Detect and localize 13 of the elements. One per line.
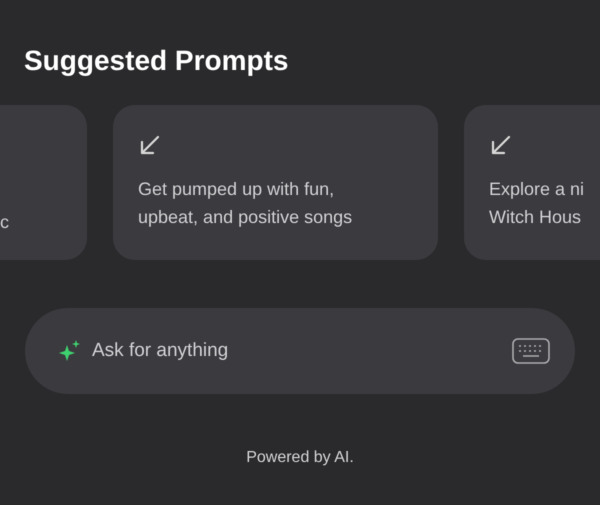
keyboard-icon [512, 338, 550, 364]
section-title: Suggested Prompts [24, 44, 288, 78]
arrow-down-left-icon [489, 133, 513, 157]
prompt-card[interactable]: c [0, 105, 87, 260]
prompt-text: Explore a ni Witch Hous [489, 178, 584, 229]
prompt-text: Get pumped up with fun, upbeat, and positive songs [138, 178, 352, 229]
prompt-card[interactable]: Explore a ni Witch Hous [464, 105, 600, 260]
prompt-card[interactable]: Get pumped up with fun, upbeat, and positive songs [113, 105, 438, 260]
sparkle-icon [58, 339, 82, 363]
arrow-down-left-icon [138, 133, 162, 157]
footer-note: Powered by AI. [245, 448, 355, 468]
prompt-text: c [0, 211, 9, 234]
ask-input-field[interactable]: Ask for anything [92, 336, 502, 366]
